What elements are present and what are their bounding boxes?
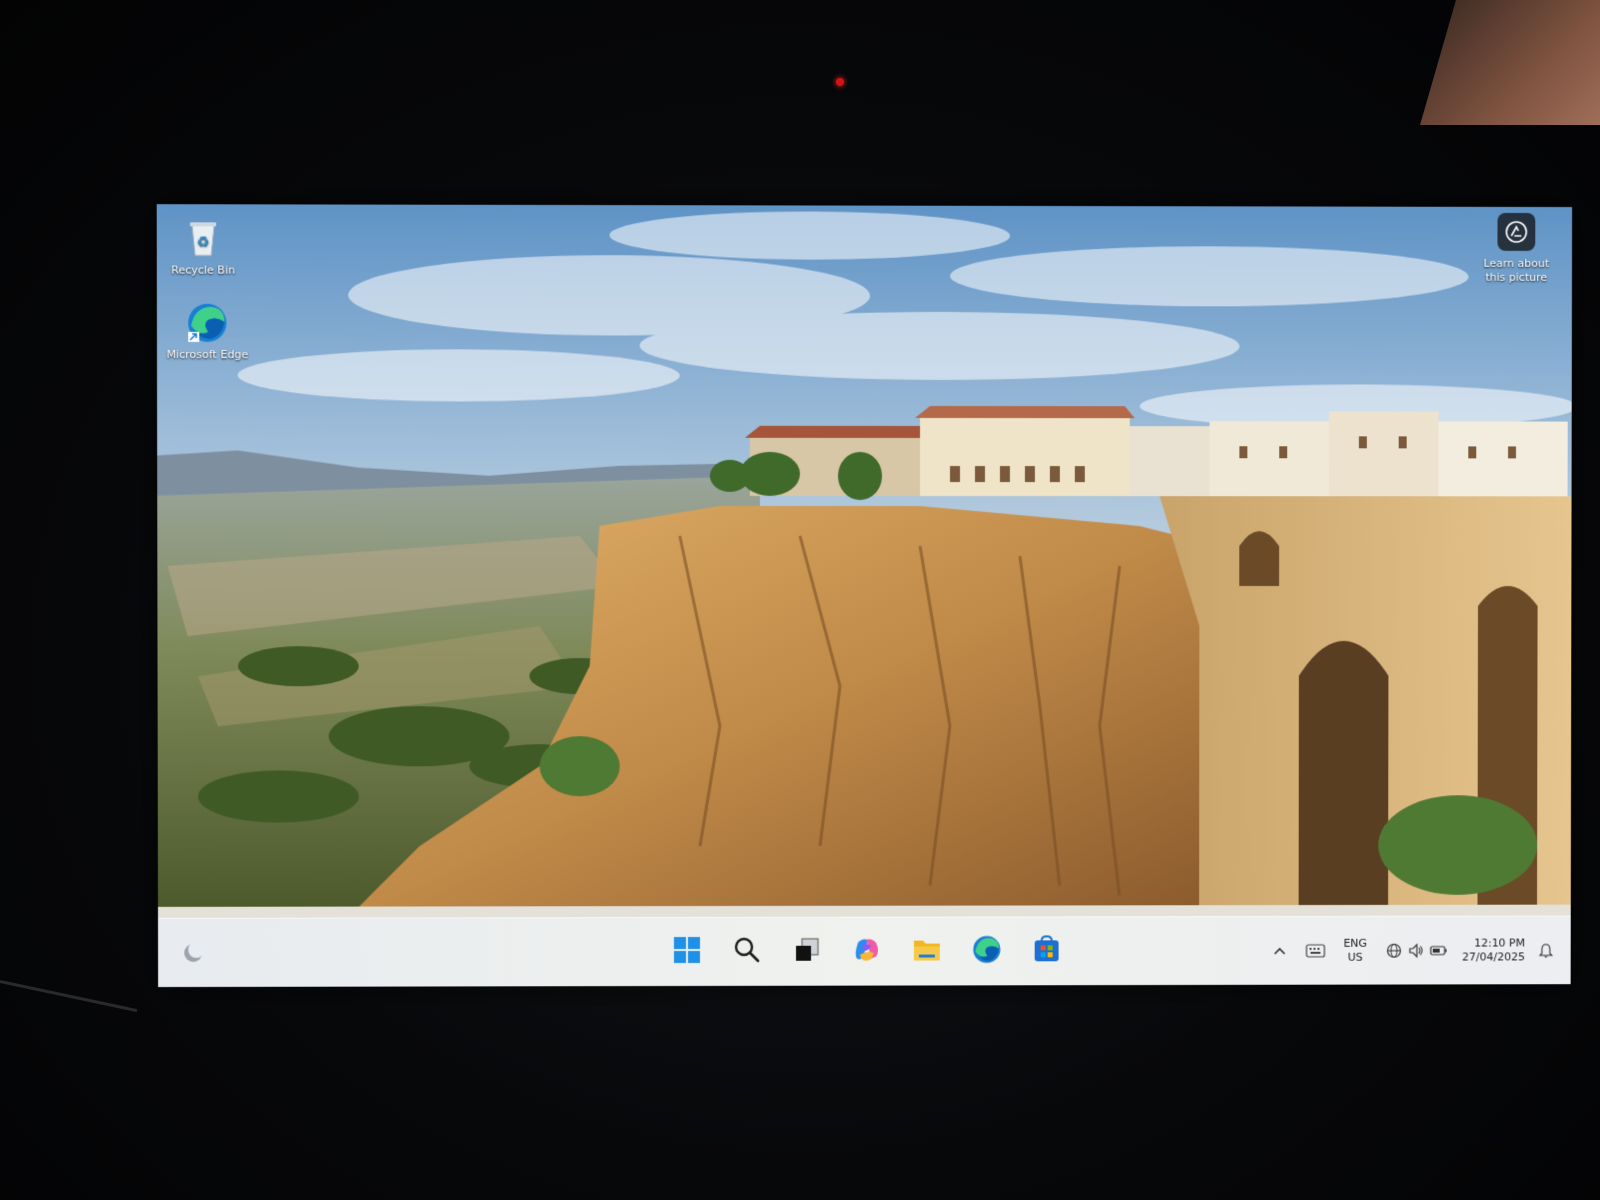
edge-icon (185, 301, 229, 345)
task-view-icon (796, 938, 820, 962)
copilot-icon (856, 939, 879, 962)
clock-time: 12:10 PM (1474, 936, 1526, 950)
desktop-icon-label: Microsoft Edge (166, 347, 249, 362)
clock-date: 27/04/2025 (1462, 950, 1526, 964)
weather-widget-icon (184, 941, 205, 962)
learn-about-picture[interactable]: Learn about this picture (1477, 212, 1557, 285)
notification-center-button[interactable] (1535, 935, 1557, 965)
desktop-icon-label: Recycle Bin (171, 263, 236, 277)
taskbar: ENG US 12:10 PM 27/04/2025 (157, 915, 1571, 988)
edge-taskbar-button[interactable] (963, 925, 1011, 973)
camera-aperture-icon (1497, 212, 1536, 251)
desktop-wallpaper (156, 204, 1573, 988)
copilot-button[interactable] (843, 926, 891, 974)
notification-bell-icon (1539, 942, 1553, 958)
svg-text:♻: ♻ (197, 234, 210, 250)
search-button[interactable] (723, 926, 771, 974)
webcam-indicator-light (836, 78, 844, 86)
input-language-indicator[interactable]: ENG US (1338, 937, 1372, 965)
touch-keyboard-button[interactable] (1303, 936, 1329, 966)
language-region: US (1347, 950, 1363, 964)
windows-start-icon (673, 936, 701, 964)
taskbar-pinned-apps (663, 925, 1071, 974)
weather-widget-button[interactable] (176, 936, 210, 970)
globe-network-icon (1386, 943, 1402, 959)
store-icon (1034, 935, 1059, 962)
spotlight-label-line2: this picture (1485, 270, 1548, 284)
quick-settings-button[interactable] (1382, 943, 1452, 959)
folder-icon (913, 940, 940, 961)
keyboard-icon (1306, 944, 1326, 958)
system-tray: ENG US 12:10 PM 27/04/2025 (1267, 917, 1557, 985)
spotlight-label-line1: Learn about (1483, 256, 1550, 270)
search-icon (734, 937, 760, 963)
desktop-icon-recycle-bin[interactable]: ♻ Recycle Bin (161, 216, 246, 277)
desktop-screen: ♻ Recycle Bin Microsoft Edge Learn about… (156, 204, 1573, 988)
language-code: ENG (1343, 936, 1368, 950)
recycle-bin-icon: ♻ (181, 216, 225, 260)
chevron-up-icon (1273, 946, 1287, 956)
desktop-icon-microsoft-edge[interactable]: Microsoft Edge (165, 301, 250, 362)
speaker-icon (1408, 943, 1424, 959)
battery-icon (1430, 945, 1448, 957)
task-view-button[interactable] (783, 926, 831, 974)
edge-icon (973, 935, 1001, 964)
start-button[interactable] (663, 926, 711, 974)
show-hidden-icons-button[interactable] (1267, 936, 1293, 966)
microsoft-store-button[interactable] (1023, 925, 1071, 973)
wallpaper-image (156, 204, 1573, 988)
clock-button[interactable]: 12:10 PM 27/04/2025 (1462, 936, 1526, 965)
file-explorer-button[interactable] (903, 926, 951, 974)
